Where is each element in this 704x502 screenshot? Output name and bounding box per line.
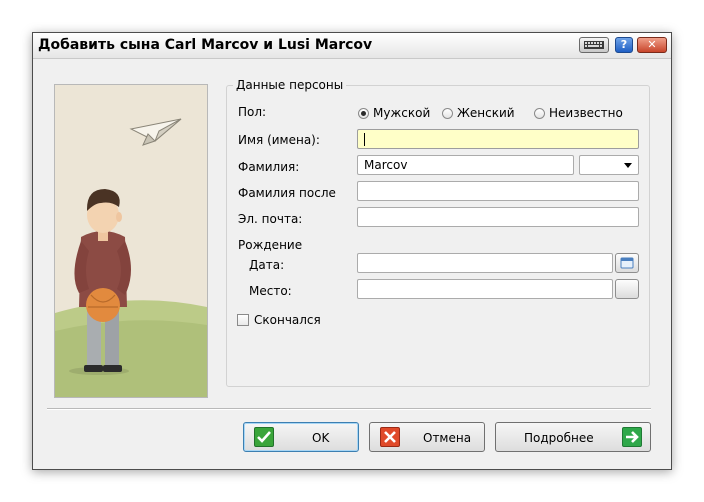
- calendar-icon: [620, 257, 634, 269]
- dialog-window: Добавить сына Carl Marcov и Lusi Marcov …: [32, 32, 672, 470]
- cancel-button[interactable]: Отмена: [369, 422, 485, 452]
- cancel-button-label: Отмена: [423, 431, 472, 445]
- gender-radio-female[interactable]: [442, 108, 453, 119]
- place-browse-button[interactable]: [615, 279, 639, 299]
- help-button[interactable]: ?: [615, 37, 633, 53]
- birth-place-label: Место:: [249, 284, 292, 298]
- close-button[interactable]: ✕: [637, 37, 667, 53]
- date-picker-button[interactable]: [615, 253, 639, 273]
- checkmark-icon: [254, 427, 274, 447]
- given-names-input[interactable]: [357, 129, 639, 149]
- email-input[interactable]: [357, 207, 639, 227]
- group-title: Данные персоны: [233, 78, 347, 92]
- gender-option-male[interactable]: Мужской: [373, 106, 430, 120]
- person-illustration: [54, 84, 208, 398]
- more-button-label: Подробнее: [524, 431, 594, 445]
- deceased-checkbox[interactable]: [237, 314, 249, 326]
- gender-option-female[interactable]: Женский: [457, 106, 515, 120]
- birth-date-input[interactable]: [357, 253, 613, 273]
- surname-label: Фамилия:: [238, 160, 300, 174]
- gender-radio-male[interactable]: [358, 108, 369, 119]
- ok-button-label: OK: [312, 431, 330, 445]
- title-bar[interactable]: Добавить сына Carl Marcov и Lusi Marcov …: [33, 33, 671, 59]
- ok-button[interactable]: OK: [243, 422, 359, 452]
- arrow-right-icon: [622, 427, 642, 447]
- chevron-down-icon: [624, 163, 632, 168]
- birth-place-input[interactable]: [357, 279, 613, 299]
- surname-after-input[interactable]: [357, 181, 639, 201]
- given-names-label: Имя (имена):: [238, 133, 320, 147]
- radio-selected-dot: [361, 111, 366, 116]
- keyboard-button[interactable]: [579, 37, 609, 53]
- window-title: Добавить сына Carl Marcov и Lusi Marcov: [38, 37, 373, 53]
- more-button[interactable]: Подробнее: [495, 422, 651, 452]
- footer-separator: [47, 408, 651, 410]
- deceased-label[interactable]: Скончался: [254, 313, 321, 327]
- boy-illustration-image: [55, 85, 207, 397]
- gender-label: Пол:: [238, 105, 267, 119]
- surname-input[interactable]: Marcov: [357, 155, 574, 175]
- birth-date-label: Дата:: [249, 258, 285, 272]
- cross-icon: [380, 427, 400, 447]
- birth-section-label: Рождение: [238, 238, 303, 252]
- email-label: Эл. почта:: [238, 212, 303, 226]
- surname-suffix-dropdown[interactable]: [579, 155, 639, 175]
- keyboard-icon: [584, 41, 604, 49]
- surname-after-label: Фамилия после: [238, 186, 336, 200]
- gender-radio-unknown[interactable]: [534, 108, 545, 119]
- text-caret: [364, 133, 365, 146]
- gender-option-unknown[interactable]: Неизвестно: [549, 106, 623, 120]
